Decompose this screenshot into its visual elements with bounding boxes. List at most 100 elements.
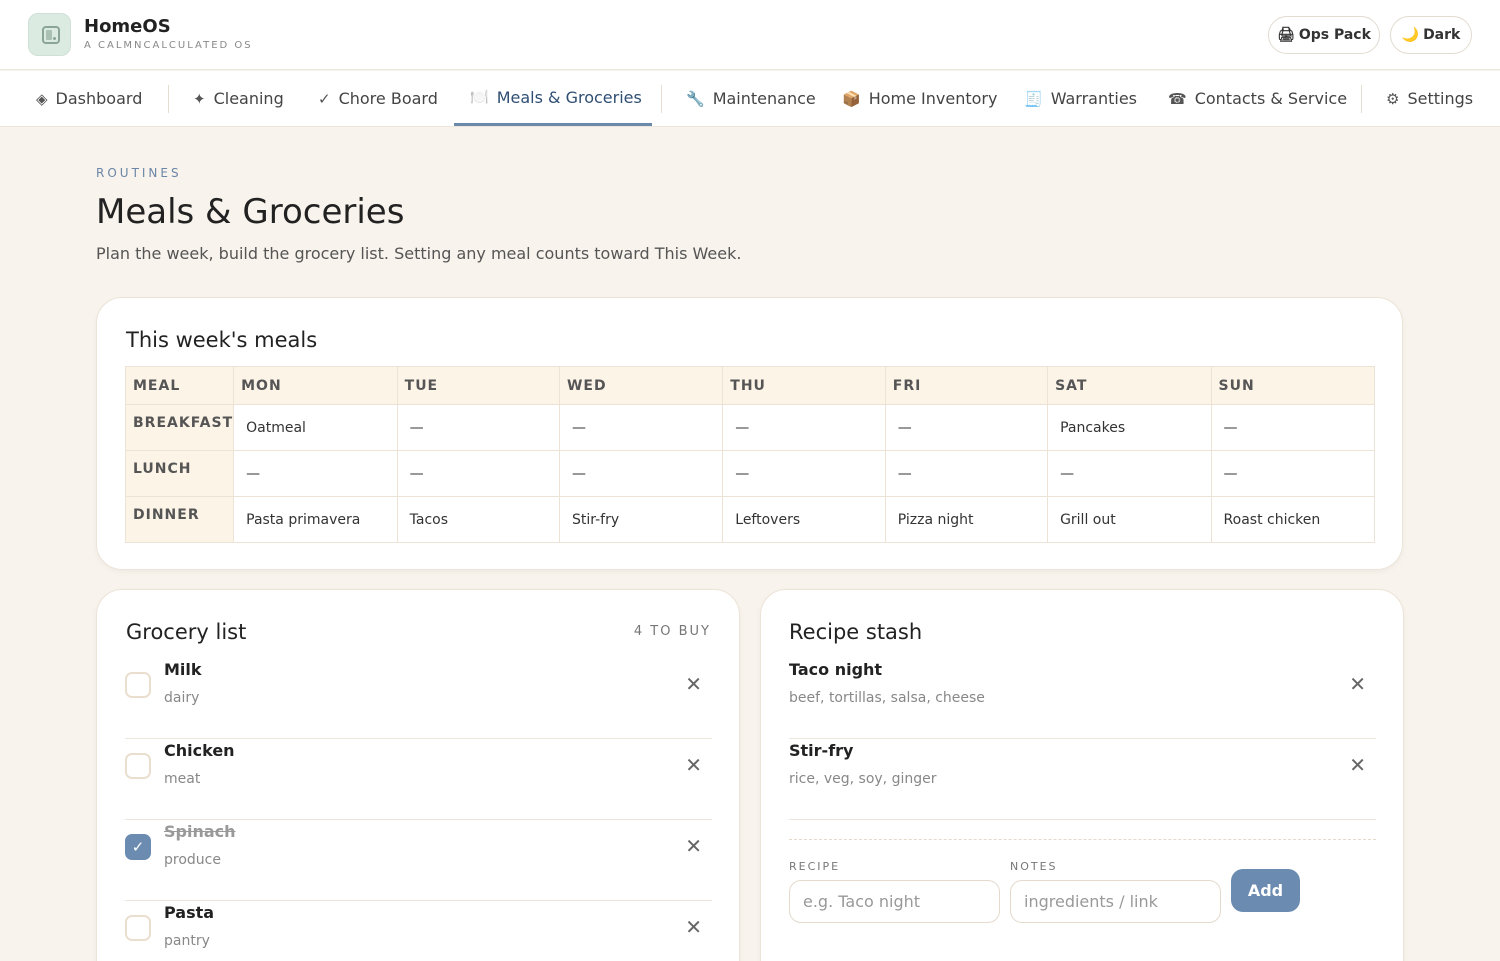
tab-maintenance[interactable]: 🔧 Maintenance: [686, 71, 816, 126]
brand: HomeOS A CALMNCALCULATED OS: [84, 16, 253, 51]
list-item: Chicken meat ✕: [125, 739, 712, 820]
meal-cell[interactable]: Pancakes: [1047, 404, 1212, 451]
meal-cell[interactable]: Grill out: [1047, 496, 1212, 543]
receipt-icon: 🧾: [1024, 89, 1043, 108]
meal-cell[interactable]: —: [396, 450, 560, 497]
meal-cell[interactable]: —: [233, 450, 398, 497]
tab-dashboard[interactable]: ◈ Dashboard: [36, 71, 142, 126]
grocery-checkbox[interactable]: [125, 672, 151, 698]
sparkle-icon: ✦: [193, 89, 206, 108]
dark-mode-button[interactable]: 🌙 Dark: [1390, 16, 1472, 54]
add-recipe-button[interactable]: Add: [1231, 869, 1300, 912]
to-buy-count: 4 TO BUY: [633, 624, 711, 639]
plate-icon: 🍽️: [470, 88, 489, 106]
meal-cell[interactable]: Oatmeal: [233, 404, 398, 451]
grocery-checkbox[interactable]: [125, 915, 151, 941]
tab-cleaning[interactable]: ✦ Cleaning: [193, 71, 284, 126]
grocery-card-title: Grocery list: [126, 620, 247, 644]
recipe-notes: rice, veg, soy, ginger: [789, 771, 937, 787]
nav-divider: [661, 85, 662, 113]
column-header: SUN: [1210, 366, 1376, 405]
diamond-icon: ◈: [36, 89, 48, 108]
tab-warranties[interactable]: 🧾 Warranties: [1024, 71, 1137, 126]
list-item: Pasta pantry ✕: [125, 901, 712, 961]
column-header: SAT: [1047, 366, 1212, 405]
column-header: WED: [558, 366, 724, 405]
grocery-item-category: meat: [164, 771, 201, 787]
tab-label: Meals & Groceries: [496, 87, 642, 107]
remove-icon[interactable]: ✕: [685, 753, 702, 777]
page-title: Meals & Groceries: [96, 192, 405, 232]
notes-field-label: NOTES: [1010, 860, 1058, 873]
meals-card-title: This week's meals: [126, 328, 318, 352]
meal-cell[interactable]: Roast chicken: [1210, 496, 1376, 543]
ops-pack-button[interactable]: 🖨 Ops Pack: [1268, 16, 1380, 54]
ops-pack-label: Ops Pack: [1298, 27, 1371, 43]
meals-header-row: MEAL MON TUE WED THU FRI SAT SUN: [124, 366, 1376, 405]
grocery-checkbox-checked[interactable]: ✓: [125, 834, 151, 860]
remove-icon[interactable]: ✕: [685, 672, 702, 696]
top-bar: HomeOS A CALMNCALCULATED OS 🖨 Ops Pack 🌙…: [0, 0, 1500, 70]
remove-icon[interactable]: ✕: [685, 915, 702, 939]
meal-cell[interactable]: —: [722, 404, 886, 451]
meal-cell[interactable]: Pizza night: [884, 496, 1049, 543]
phone-icon: ☎: [1168, 89, 1187, 108]
tab-chore-board[interactable]: ✓ Chore Board: [318, 71, 438, 126]
tab-label: Home Inventory: [868, 89, 998, 108]
row-header: BREAKFAST: [124, 404, 235, 451]
tab-label: Settings: [1407, 89, 1474, 108]
tab-label: Contacts & Service: [1194, 89, 1348, 108]
recipe-notes-input[interactable]: [1010, 880, 1221, 923]
meal-cell[interactable]: —: [1047, 450, 1212, 497]
tab-meals-groceries[interactable]: 🍽️ Meals & Groceries: [454, 71, 652, 126]
meal-cell[interactable]: —: [1210, 404, 1376, 451]
grocery-item-name: Spinach: [164, 822, 236, 841]
tab-label: Cleaning: [213, 89, 284, 108]
gear-icon: ⚙: [1386, 89, 1400, 108]
column-header: MEAL: [124, 366, 235, 405]
tab-label: Warranties: [1050, 89, 1138, 108]
meals-card: This week's meals MEAL MON TUE WED THU F…: [96, 297, 1403, 570]
form-divider: [789, 839, 1376, 840]
tab-settings[interactable]: ⚙ Settings: [1386, 71, 1473, 126]
meal-cell[interactable]: —: [722, 450, 886, 497]
table-row: LUNCH — — — — — — —: [124, 450, 1376, 497]
grocery-item-category: dairy: [164, 690, 200, 706]
dark-mode-label: Dark: [1423, 27, 1461, 43]
wrench-icon: 🔧: [686, 89, 705, 108]
meal-cell[interactable]: —: [884, 404, 1049, 451]
page-subtitle: Plan the week, build the grocery list. S…: [96, 244, 742, 263]
column-header: THU: [722, 366, 886, 405]
meal-cell[interactable]: —: [396, 404, 560, 451]
app-logo-icon[interactable]: [28, 13, 71, 56]
row-header: LUNCH: [124, 450, 235, 497]
remove-icon[interactable]: ✕: [685, 834, 702, 858]
check-icon: ✓: [318, 89, 331, 108]
grocery-item-name: Milk: [164, 660, 202, 679]
printer-icon: 🖨: [1277, 27, 1295, 43]
recipe-card: Recipe stash Taco night beef, tortillas,…: [760, 589, 1404, 961]
meal-cell[interactable]: —: [558, 404, 724, 451]
tab-contacts-service[interactable]: ☎ Contacts & Service: [1168, 71, 1347, 126]
grocery-checkbox[interactable]: [125, 753, 151, 779]
recipe-name: Stir-fry: [789, 741, 854, 760]
list-item: Taco night beef, tortillas, salsa, chees…: [789, 658, 1376, 739]
meal-cell[interactable]: —: [884, 450, 1049, 497]
tab-home-inventory[interactable]: 📦 Home Inventory: [842, 71, 997, 126]
remove-icon[interactable]: ✕: [1349, 753, 1366, 777]
meal-cell[interactable]: Tacos: [396, 496, 560, 543]
recipe-name-input[interactable]: [789, 880, 1000, 923]
meal-cell[interactable]: —: [558, 450, 724, 497]
box-icon: 📦: [842, 89, 861, 108]
tab-label: Maintenance: [712, 89, 816, 108]
column-header: MON: [233, 366, 398, 405]
meal-cell[interactable]: Pasta primavera: [233, 496, 398, 543]
tab-label: Dashboard: [55, 89, 143, 108]
meal-cell[interactable]: Leftovers: [722, 496, 886, 543]
meal-cell[interactable]: Stir-fry: [558, 496, 724, 543]
meal-cell[interactable]: —: [1210, 450, 1376, 497]
table-row: BREAKFAST Oatmeal — — — — Pancakes —: [124, 404, 1376, 451]
nav-divider: [1361, 85, 1362, 113]
remove-icon[interactable]: ✕: [1349, 672, 1366, 696]
nav-divider: [168, 85, 169, 113]
